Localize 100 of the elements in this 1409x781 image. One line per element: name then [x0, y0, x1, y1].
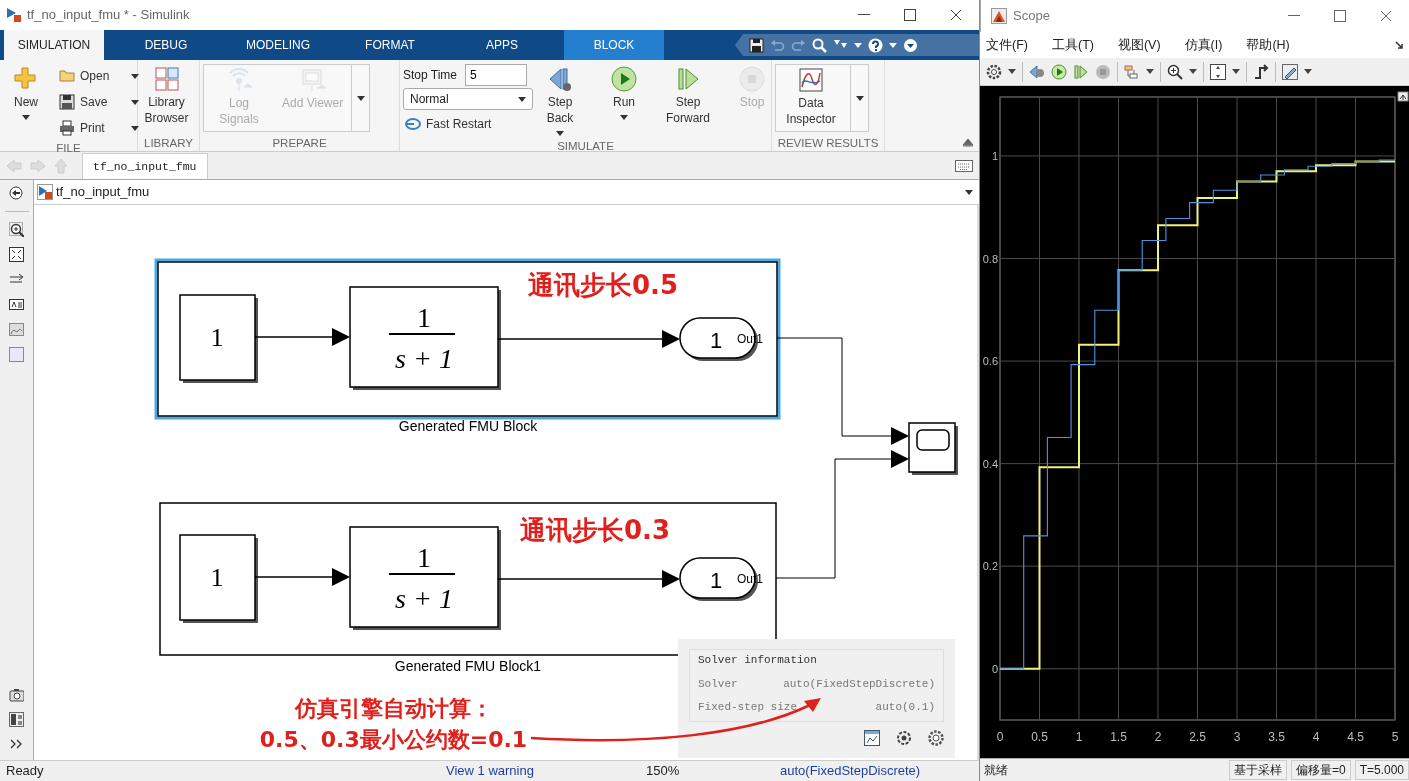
scope-block[interactable] [908, 422, 958, 475]
ribbon-tab[interactable]: FORMAT [340, 30, 440, 60]
edit-icon[interactable] [1282, 63, 1298, 80]
caret-icon [518, 96, 526, 102]
field-label: Stop Time [403, 67, 458, 84]
stop-time-field[interactable]: 5 [465, 64, 528, 86]
status-text: 偏移量=0 [1290, 760, 1351, 780]
save-icon[interactable] [749, 37, 764, 53]
x-tick-label: 5 [1391, 730, 1399, 744]
section-label: LIBRARY [143, 136, 194, 151]
y-tick-label: 0.8 [982, 252, 998, 265]
ribbon-button[interactable]: New [3, 64, 49, 122]
status-text: 就绪 [984, 762, 1008, 779]
caret-icon [1008, 69, 1016, 74]
window-title: Scope [1013, 7, 1050, 26]
back-icon[interactable] [9, 186, 24, 201]
status-text: T=5.000 [1354, 760, 1409, 780]
step-forward-icon [675, 66, 701, 92]
settings-icon[interactable] [986, 63, 1002, 80]
section-label: PREPARE [271, 136, 328, 151]
chart-icon[interactable] [864, 729, 880, 746]
menu-item[interactable]: 文件(F) [986, 35, 1028, 55]
collapse-ribbon-icon[interactable] [963, 139, 973, 147]
fast-restart-icon [405, 116, 421, 132]
maximize-icon [904, 9, 916, 21]
section-label: FILE [55, 141, 82, 156]
model-path: tf_no_input_fmu [56, 183, 150, 202]
ribbon-button[interactable]: Run [601, 64, 647, 122]
menu-item[interactable]: 工具(T) [1051, 35, 1094, 55]
numerator: 1 [417, 542, 431, 573]
status-text: Ready [6, 762, 45, 781]
ribbon-button[interactable]: Library Browser [141, 64, 192, 128]
property-inspector-icon[interactable] [9, 712, 24, 727]
dropdown-caret-icon[interactable] [965, 189, 973, 195]
constant-value: 1 [210, 323, 224, 352]
ribbon-tab[interactable]: BLOCK [564, 30, 664, 60]
x-tick-label: 0 [996, 730, 1004, 744]
autoscale-icon[interactable] [1210, 63, 1226, 80]
ribbon-button[interactable]: Open [57, 64, 141, 88]
ribbon-tab[interactable]: APPS [452, 30, 552, 60]
refresh-gear-icon[interactable] [896, 729, 912, 746]
step-back-icon[interactable] [1029, 63, 1045, 80]
run-icon [611, 66, 637, 92]
info-label: Fixed-step size [698, 700, 798, 715]
mode-dropdown[interactable]: Normal [403, 88, 533, 110]
ribbon-button[interactable]: Print [57, 116, 141, 140]
trigger-icon[interactable] [1253, 63, 1269, 80]
keyboard-icon [955, 160, 973, 172]
menu-item[interactable]: 帮助(H) [1246, 35, 1290, 55]
new-icon [13, 66, 39, 92]
annotation-text: 通讯步长0.3 [520, 515, 671, 546]
x-tick-label: 1 [1075, 730, 1083, 744]
inspector-icon [798, 67, 824, 93]
menu-item[interactable]: 视图(V) [1117, 35, 1161, 55]
ribbon-button[interactable]: Step Back [537, 64, 583, 138]
breadcrumb-tab[interactable]: tf_no_input_fmu [82, 152, 208, 179]
ribbon-button[interactable]: Step Forward [665, 64, 711, 128]
section-label: REVIEW RESULTS [776, 136, 880, 151]
image-icon[interactable] [9, 322, 24, 337]
signal-selector-icon[interactable] [1124, 63, 1140, 80]
transfer-function-block[interactable] [349, 526, 501, 630]
caret-icon [1232, 69, 1240, 74]
search-icon[interactable] [812, 37, 827, 53]
x-tick-label: 2.5 [1189, 730, 1206, 744]
zoom-icon[interactable] [9, 222, 24, 237]
y-tick-label: 0.6 [982, 355, 998, 368]
menu-item[interactable]: 仿真(I) [1184, 35, 1223, 55]
constant-block[interactable] [179, 294, 258, 383]
area-icon[interactable] [9, 347, 24, 362]
warning-link[interactable]: View 1 warning [446, 761, 646, 781]
run-icon[interactable] [1051, 63, 1067, 80]
ribbon-tab[interactable]: MODELING [228, 30, 328, 60]
save-icon [59, 94, 75, 110]
close-icon [950, 9, 962, 21]
ribbon-button[interactable]: Save [57, 90, 141, 114]
zoom-icon[interactable] [1167, 63, 1183, 80]
printer-icon [59, 120, 75, 136]
port-number: 1 [709, 568, 723, 593]
solver-link[interactable]: auto(FixedStepDiscrete) [780, 761, 921, 781]
ribbon-button[interactable]: Data Inspector [776, 65, 846, 131]
text-annotation-icon[interactable] [9, 297, 24, 312]
ribbon-tab[interactable]: DEBUG [116, 30, 216, 60]
ribbon-button[interactable]: Fast Restart [403, 112, 533, 136]
help-icon[interactable] [868, 37, 883, 53]
model-icon [37, 184, 53, 200]
caret-icon [1304, 69, 1312, 74]
fit-view-icon[interactable] [9, 247, 24, 262]
constant-block[interactable] [179, 534, 258, 623]
undock-icon[interactable] [1397, 91, 1409, 102]
block-label: Generated FMU Block [398, 418, 538, 434]
camera-icon[interactable] [9, 687, 24, 702]
collapse-icon[interactable] [903, 37, 918, 53]
settings-icon[interactable] [928, 729, 944, 746]
transfer-function-block[interactable] [349, 286, 501, 390]
step-forward-icon[interactable] [1073, 63, 1089, 80]
menu-overflow-icon[interactable] [1395, 41, 1403, 49]
antenna-icon [226, 67, 252, 93]
info-value: auto(FixedStepDiscrete) [783, 676, 935, 692]
x-tick-label: 0.5 [1031, 730, 1048, 744]
ribbon-tab[interactable]: SIMULATION [4, 30, 104, 60]
